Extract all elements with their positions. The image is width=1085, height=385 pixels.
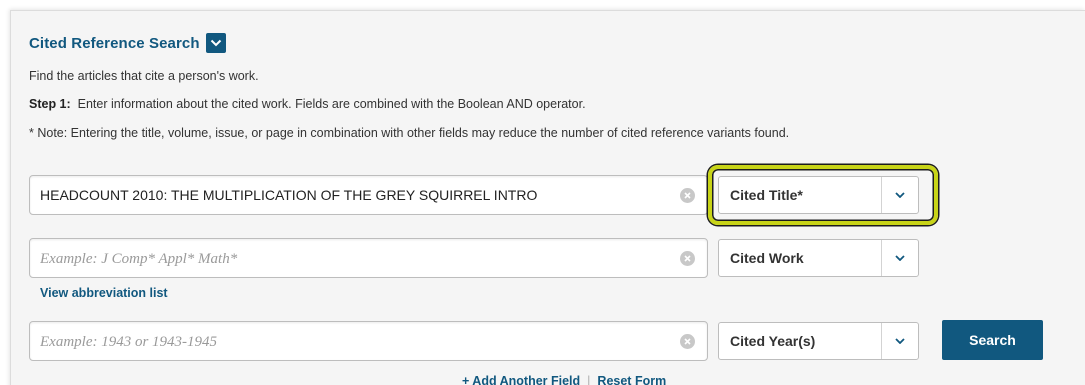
clear-icon[interactable] [680,188,695,203]
cited-work-field [29,238,708,278]
cited-year-input[interactable] [40,322,670,360]
clear-icon[interactable] [680,334,695,349]
add-another-field-link[interactable]: + Add Another Field [462,374,580,385]
chevron-down-icon[interactable] [205,33,226,53]
description-text: Find the articles that cite a person's w… [29,69,259,83]
select-label: Cited Title* [730,187,803,203]
title-row: Cited Reference Search [29,33,226,53]
page-title: Cited Reference Search [29,34,200,52]
select-label: Cited Year(s) [730,333,816,349]
field-type-select-cited-year[interactable]: Cited Year(s) [718,322,919,360]
field-type-select-cited-work[interactable]: Cited Work [718,239,919,277]
view-abbreviation-list-link[interactable]: View abbreviation list [40,286,168,300]
cited-work-input[interactable] [40,239,670,277]
field-type-select-cited-title[interactable]: Cited Title* [718,176,919,214]
cited-year-field [29,321,708,361]
cited-title-field [29,175,708,215]
clear-icon[interactable] [680,251,695,266]
form-links: + Add Another Field | Reset Form [462,374,666,385]
note-text: * Note: Entering the title, volume, issu… [29,126,790,140]
cited-title-input[interactable] [40,176,670,214]
chevron-down-icon[interactable] [881,323,918,359]
select-label: Cited Work [730,250,804,266]
chevron-down-icon[interactable] [881,177,918,213]
reset-form-link[interactable]: Reset Form [597,374,666,385]
chevron-down-icon[interactable] [881,240,918,276]
step-instructions: Step 1: Enter information about the cite… [29,97,586,111]
search-button[interactable]: Search [942,320,1043,360]
step-label: Step 1: [29,97,71,111]
step-text: Enter information about the cited work. … [77,97,586,111]
link-separator: | [587,374,591,385]
